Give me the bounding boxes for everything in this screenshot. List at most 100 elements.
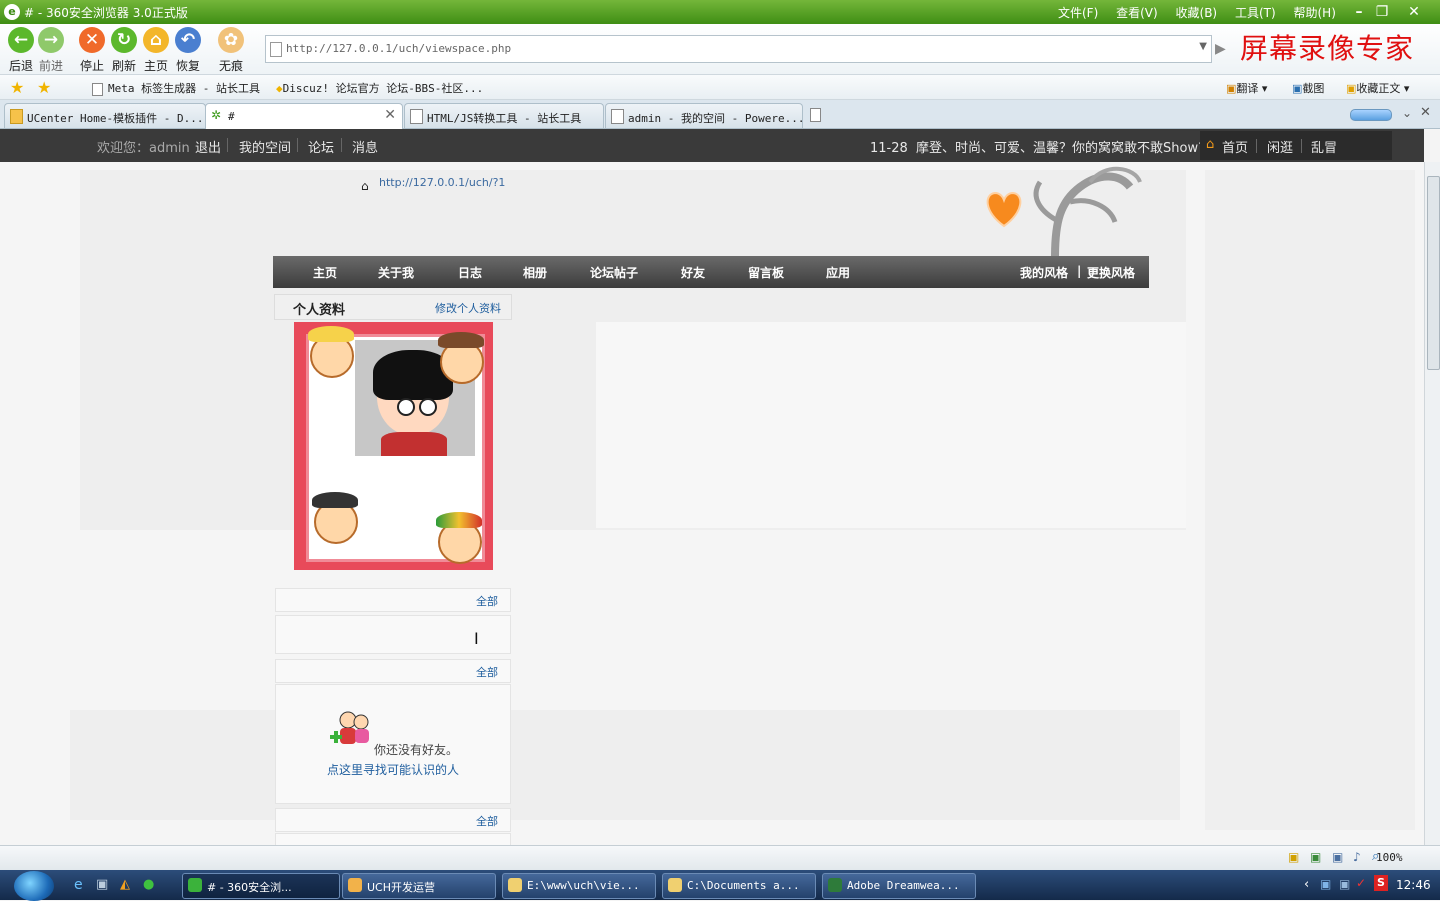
tray-chevron-icon[interactable]: ‹ — [1304, 877, 1309, 892]
stop-button[interactable]: ✕ 停止 — [77, 27, 107, 74]
tab-bar: UCenter Home-模板插件 - D... ✲ # ✕ HTML/JS转换… — [0, 100, 1440, 129]
address-bar[interactable]: http://127.0.0.1/uch/viewspace.php ▼ — [265, 35, 1212, 63]
nav-home[interactable]: 主页 — [313, 264, 337, 281]
status-icon[interactable]: ▣ — [1288, 850, 1299, 864]
site-random-link[interactable]: 乱冒 — [1311, 137, 1337, 156]
network-icon[interactable]: ▣ — [1320, 877, 1331, 891]
close-all-icon[interactable]: ✕ — [1420, 105, 1431, 120]
tab-ucenter[interactable]: UCenter Home-模板插件 - D... — [4, 103, 206, 128]
edit-profile-link[interactable]: 修改个人资料 — [435, 300, 501, 316]
restore-button[interactable]: ↶ 恢复 — [173, 27, 203, 74]
forward-button[interactable]: → 前进 — [36, 27, 66, 74]
favorites-star-icon[interactable]: ★ — [10, 78, 24, 97]
tab-list-chevron-icon[interactable]: ⌄ — [1402, 106, 1412, 120]
tray-app-icon[interactable]: S — [1374, 875, 1388, 891]
menu-file[interactable]: 文件(F) — [1058, 6, 1098, 20]
task-label: UCH开发运营 — [367, 881, 436, 894]
scrollbar-thumb[interactable] — [1427, 176, 1440, 370]
tray-icon[interactable]: ▣ — [1339, 877, 1350, 891]
nav-change-style[interactable]: 更换风格 — [1087, 264, 1135, 281]
tab-admin-space[interactable]: admin - 我的空间 - Powere... — [605, 103, 804, 128]
task-uch[interactable]: UCH开发运营 — [342, 873, 496, 899]
task-explorer-www[interactable]: E:\www\uch\vie... — [502, 873, 656, 899]
add-favorite-star-icon[interactable]: ★ — [37, 78, 51, 97]
avatar[interactable] — [294, 322, 493, 570]
menu-help[interactable]: 帮助(H) — [1293, 6, 1335, 20]
site-browse-link[interactable]: 闲逛 — [1267, 137, 1293, 156]
browser-title-bar: e # - 360安全浏览器 3.0正式版 文件(F) 查看(V) 收藏(B) … — [0, 0, 1440, 24]
logout-link[interactable]: 退出 — [195, 137, 221, 156]
browser360-icon — [188, 878, 202, 892]
nav-album[interactable]: 相册 — [523, 264, 547, 281]
background-layer — [70, 710, 1180, 820]
save-article-icon: ▣ — [1346, 82, 1357, 95]
nav-blog[interactable]: 日志 — [458, 264, 482, 281]
tab-current[interactable]: ✲ # ✕ — [205, 103, 403, 129]
close-window-icon[interactable]: ✕ — [1403, 2, 1425, 22]
system-clock[interactable]: 12:46 — [1396, 878, 1431, 892]
nav-my-style[interactable]: 我的风格 — [1020, 264, 1068, 281]
back-button[interactable]: ← 后退 — [6, 27, 36, 74]
cartoon-face-icon — [308, 326, 354, 378]
go-icon[interactable]: ▶ — [1215, 41, 1226, 57]
minimize-icon[interactable]: – — [1348, 2, 1370, 22]
incognito-button[interactable]: ✿ 无痕 — [216, 27, 246, 74]
messages-link[interactable]: 消息 — [352, 137, 378, 156]
translate-button[interactable]: ▣翻译 ▾ — [1226, 80, 1267, 96]
myspace-link[interactable]: 我的空间 — [239, 137, 291, 156]
vertical-scrollbar[interactable] — [1424, 162, 1440, 845]
quicklaunch-icon[interactable]: ▣ — [96, 877, 108, 892]
volume-icon[interactable]: ♪ — [1353, 850, 1361, 864]
task-browser[interactable]: # - 360安全浏... — [182, 873, 340, 899]
home-label: 主页 — [143, 59, 168, 73]
site-home-link[interactable]: 首页 — [1222, 137, 1248, 156]
forum-link[interactable]: 论坛 — [308, 137, 334, 156]
nav-friends[interactable]: 好友 — [681, 264, 705, 281]
add-friend-icon[interactable] — [328, 709, 372, 749]
news-ticker[interactable]: 11-28 摩登、时尚、可爱、温馨？你的窝窝敢不敢Show? — [870, 137, 1205, 156]
menu-favorites[interactable]: 收藏(B) — [1176, 6, 1218, 20]
background-layer — [1205, 170, 1415, 830]
tab-slider-toggle[interactable] — [1350, 109, 1392, 121]
menu-view[interactable]: 查看(V) — [1116, 6, 1158, 20]
status-icon[interactable]: ▣ — [1310, 850, 1321, 864]
page-icon — [92, 82, 103, 96]
view-all-link[interactable]: 全部 — [476, 813, 498, 829]
start-button[interactable] — [14, 871, 54, 901]
windows-taskbar: e ▣ ◭ ● # - 360安全浏... UCH开发运营 E:\www\uch… — [0, 870, 1440, 901]
nav-about[interactable]: 关于我 — [378, 264, 414, 281]
new-tab-icon[interactable] — [810, 108, 821, 122]
space-url-link[interactable]: http://127.0.0.1/uch/?1 — [379, 176, 505, 189]
nav-forum-posts[interactable]: 论坛帖子 — [590, 264, 638, 281]
nav-guestbook[interactable]: 留言板 — [748, 264, 784, 281]
browser360-icon[interactable]: ● — [143, 877, 154, 892]
ie-icon[interactable]: e — [74, 877, 83, 893]
favorite-item[interactable]: ◆Discuz! 论坛官方 论坛-BBS-社区... — [276, 80, 483, 96]
home-button[interactable]: ⌂ 主页 — [141, 27, 171, 74]
save-article-button[interactable]: ▣收藏正文 ▾ — [1346, 80, 1409, 96]
tab-htmljs[interactable]: HTML/JS转换工具 - 站长工具 — [404, 103, 604, 128]
zoom-level[interactable]: 100% — [1376, 851, 1403, 864]
maximize-icon[interactable]: ❐ — [1371, 2, 1393, 22]
status-icon[interactable]: ▣ — [1332, 850, 1343, 864]
screenshot-button[interactable]: ▣截图 — [1292, 80, 1324, 96]
home-icon: ⌂ — [361, 179, 369, 193]
profile-panel-header: 个人资料 修改个人资料 — [274, 294, 512, 320]
view-all-link[interactable]: 全部 — [476, 593, 498, 609]
find-people-link[interactable]: 点这里寻找可能认识的人 — [327, 761, 459, 778]
menu-tools[interactable]: 工具(T) — [1235, 6, 1276, 20]
chevron-down-icon[interactable]: ▼ — [1199, 41, 1207, 52]
cartoon-face-icon — [312, 492, 358, 544]
task-dreamweaver[interactable]: Adobe Dreamwea... — [822, 873, 976, 899]
tray-app-icon[interactable]: ✓ — [1356, 876, 1366, 890]
task-explorer-docs[interactable]: C:\Documents a... — [662, 873, 816, 899]
nav-apps[interactable]: 应用 — [826, 264, 850, 281]
favorite-item[interactable]: Meta 标签生成器 - 站长工具 — [92, 80, 260, 96]
task-label: E:\www\uch\vie... — [527, 879, 640, 892]
close-tab-icon[interactable]: ✕ — [384, 107, 396, 123]
quicklaunch-icon[interactable]: ◭ — [120, 877, 130, 892]
refresh-button[interactable]: ↻ 刷新 — [109, 27, 139, 74]
section-header: 全部 — [275, 659, 511, 683]
view-all-link[interactable]: 全部 — [476, 664, 498, 680]
text-cursor-icon: I — [474, 629, 479, 648]
